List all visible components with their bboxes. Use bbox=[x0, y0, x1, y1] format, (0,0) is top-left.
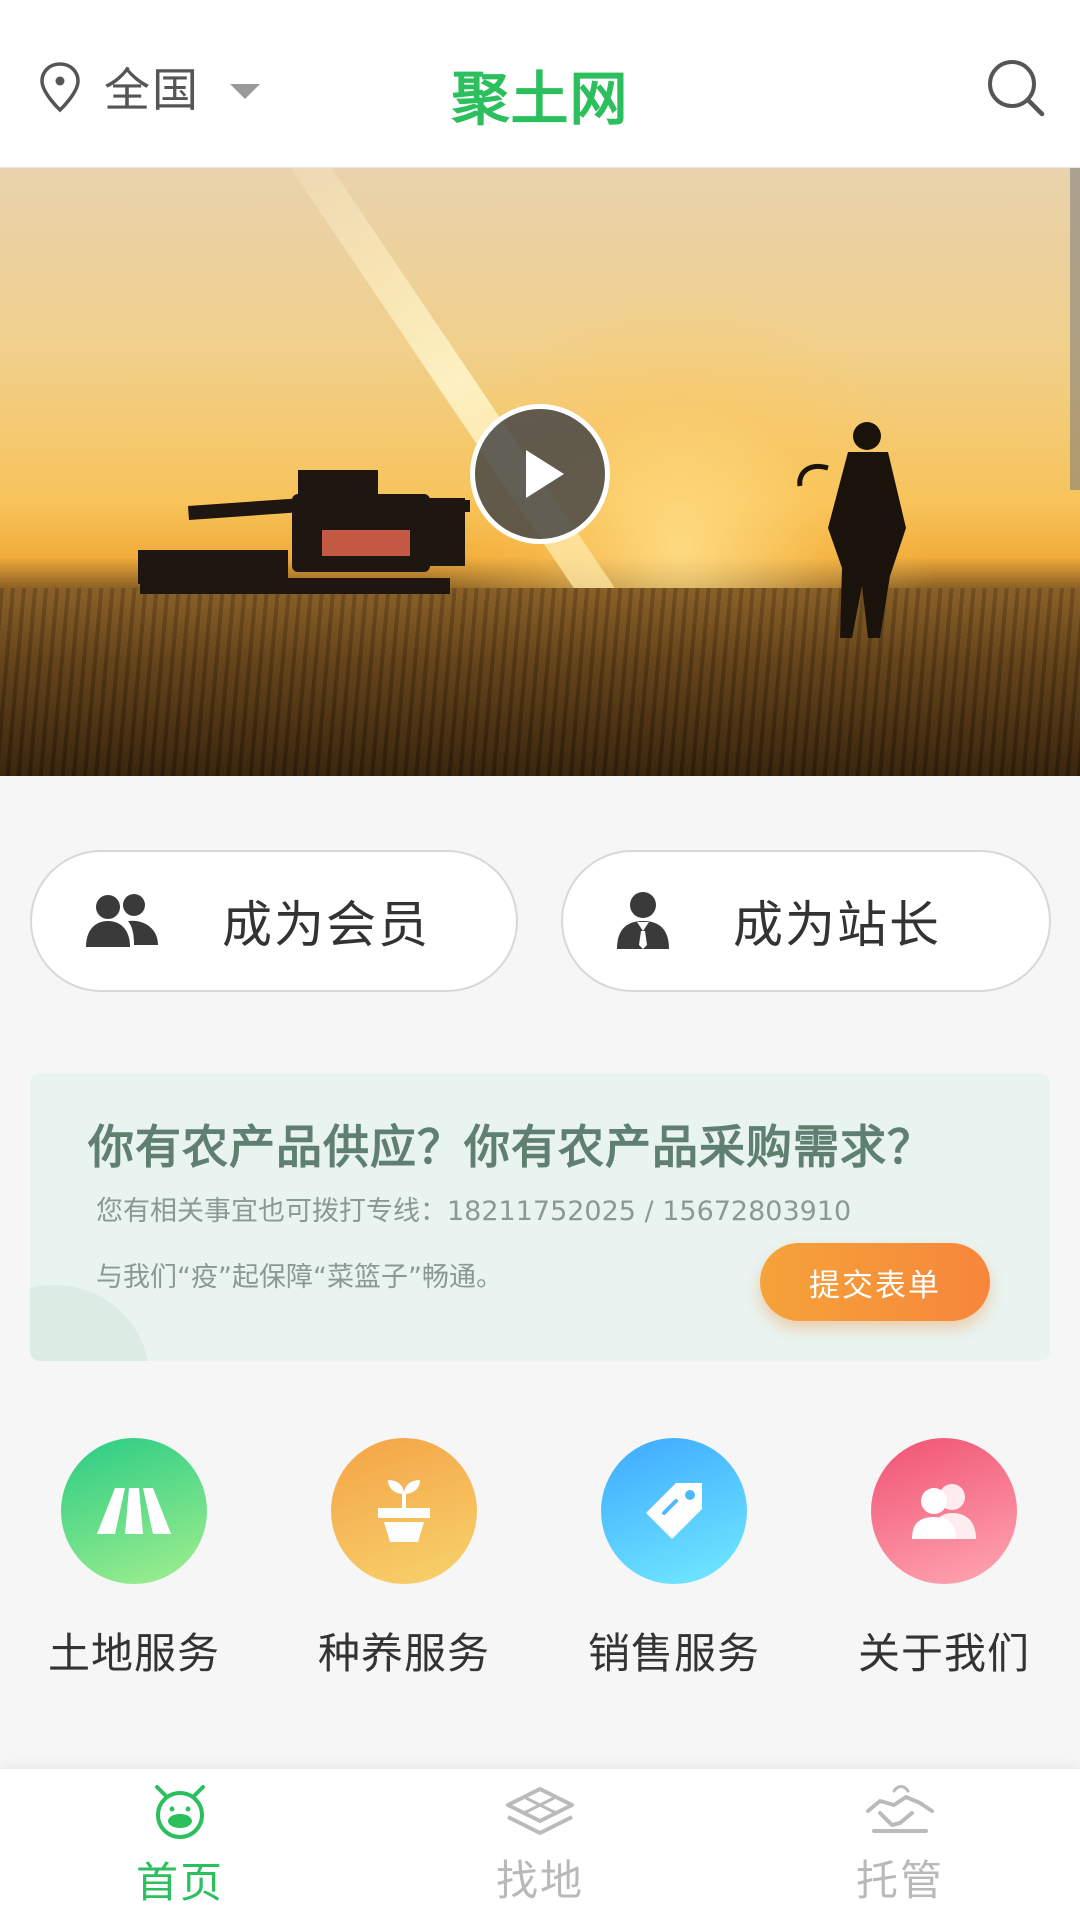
brand-logo: 聚土网 bbox=[451, 65, 629, 133]
promo-slogan: 与我们“疫”起保障“菜篮子”畅通。 bbox=[96, 1262, 503, 1293]
service-land[interactable]: 土地服务 bbox=[34, 1438, 234, 1681]
become-stationmaster-button[interactable]: 成为站长 bbox=[561, 850, 1051, 992]
service-about-us[interactable]: 关于我们 bbox=[844, 1438, 1044, 1681]
land-service-label: 土地服务 bbox=[47, 1629, 220, 1678]
service-sales[interactable]: 销售服务 bbox=[574, 1438, 774, 1681]
promo-decoration bbox=[30, 1285, 150, 1361]
promo-phone-line: 您有相关事宜也可拨打专线：18211752025 / 15672803910 bbox=[96, 1196, 852, 1227]
land-plot-icon bbox=[506, 1787, 574, 1835]
play-button[interactable] bbox=[470, 404, 610, 544]
farming-service-circle bbox=[331, 1438, 477, 1584]
tab-custody[interactable]: 托管 bbox=[800, 1783, 1000, 1908]
promo-title: 你有农产品供应？你有农产品采购需求？ bbox=[88, 1120, 934, 1174]
become-member-button[interactable]: 成为会员 bbox=[30, 850, 518, 992]
users-icon bbox=[912, 1484, 976, 1539]
service-farming[interactable]: 种养服务 bbox=[304, 1438, 504, 1681]
about-service-circle bbox=[871, 1438, 1017, 1584]
home-mascot-icon bbox=[155, 1785, 205, 1839]
handshake-icon bbox=[866, 1785, 934, 1833]
tab-home-label: 首页 bbox=[135, 1858, 224, 1907]
bottom-tab-bar: 首页 找地 托管 bbox=[0, 1768, 1080, 1920]
members-group-icon bbox=[86, 894, 158, 947]
sales-service-label: 销售服务 bbox=[587, 1629, 760, 1678]
land-road-icon bbox=[97, 1488, 171, 1534]
farming-service-label: 种养服务 bbox=[317, 1629, 490, 1678]
sales-service-circle bbox=[601, 1438, 747, 1584]
hero-scroll-indicator bbox=[1070, 168, 1080, 490]
tab-home[interactable]: 首页 bbox=[80, 1783, 280, 1910]
top-header: 全国 聚土网 bbox=[0, 0, 1080, 168]
about-us-label: 关于我们 bbox=[857, 1629, 1030, 1678]
sprout-pot-icon bbox=[378, 1480, 430, 1542]
tab-custody-label: 托管 bbox=[855, 1856, 944, 1905]
land-service-circle bbox=[61, 1438, 207, 1584]
submit-form-button[interactable]: 提交表单 bbox=[760, 1243, 990, 1321]
become-member-label: 成为会员 bbox=[222, 896, 430, 954]
price-tag-icon bbox=[646, 1483, 702, 1539]
play-icon bbox=[526, 450, 564, 498]
tab-find-land[interactable]: 找地 bbox=[440, 1783, 640, 1908]
stationmaster-person-icon bbox=[617, 892, 669, 949]
promo-card: 你有农产品供应？你有农产品采购需求？ 您有相关事宜也可拨打专线：18211752… bbox=[30, 1073, 1050, 1361]
tab-find-land-label: 找地 bbox=[495, 1856, 584, 1905]
become-stationmaster-label: 成为站长 bbox=[733, 896, 941, 954]
hero-video[interactable] bbox=[0, 168, 1080, 776]
search-icon[interactable] bbox=[986, 58, 1046, 118]
